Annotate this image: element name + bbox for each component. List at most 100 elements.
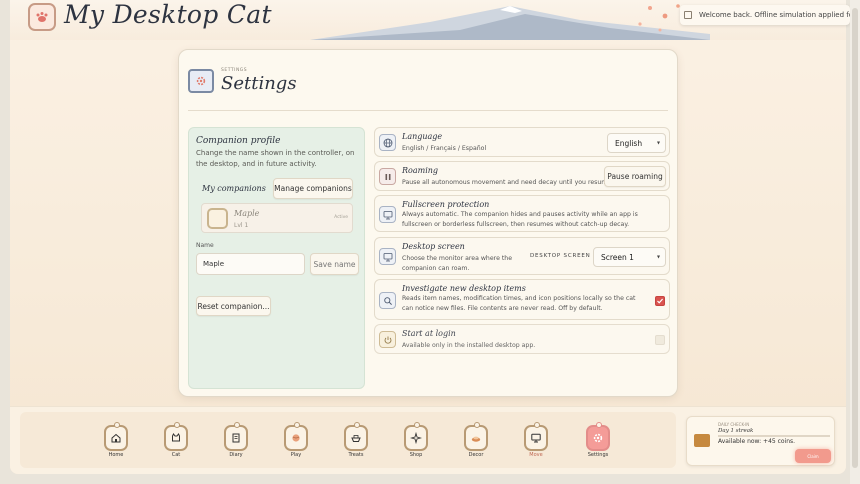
setting-row-fullscreen-protection: Fullscreen protection Always automatic. … xyxy=(374,195,670,232)
claim-button[interactable]: Claim xyxy=(795,449,831,463)
pause-roaming-button[interactable]: Pause roaming xyxy=(604,166,666,187)
language-select-value: English xyxy=(615,138,643,148)
setting-row-language: Language English / Français / Español En… xyxy=(374,127,670,157)
setting-title: Start at login xyxy=(402,329,456,338)
nav-label: Treats xyxy=(348,452,364,458)
manage-companions-button[interactable]: Manage companions xyxy=(273,178,353,199)
app-logo xyxy=(28,3,56,31)
notification-icon xyxy=(684,11,692,19)
setting-description: Pause all autonomous movement and need d… xyxy=(402,179,614,186)
pause-icon xyxy=(379,168,396,185)
page-title: Settings xyxy=(221,73,297,94)
companion-list-item[interactable]: Maple Lvl 1 Active xyxy=(201,203,353,233)
companion-name: Maple xyxy=(234,209,260,218)
nav-item-treats[interactable]: Treats xyxy=(336,422,376,458)
nav-item-diary[interactable]: Diary xyxy=(216,422,256,458)
house-icon xyxy=(104,422,128,451)
search-icon xyxy=(379,292,396,309)
streak-progress-bar xyxy=(718,435,830,437)
scrollbar-thumb[interactable] xyxy=(852,8,858,468)
nav-label: Move xyxy=(529,452,543,458)
app-title: My Desktop Cat xyxy=(64,0,272,29)
setting-row-roaming: Roaming Pause all autonomous movement an… xyxy=(374,161,670,191)
setting-title: Investigate new desktop items xyxy=(402,284,526,293)
companion-status-badge: Active xyxy=(334,215,348,220)
mountain-illustration xyxy=(310,4,710,40)
setting-description: Choose the monitor area where the compan… xyxy=(402,255,512,272)
companion-level: Lvl 1 xyxy=(234,222,249,229)
setting-title: Fullscreen protection xyxy=(402,200,490,209)
companion-profile-title: Companion profile xyxy=(196,136,281,146)
save-name-button[interactable]: Save name xyxy=(310,253,359,275)
monitor-icon xyxy=(379,248,396,265)
setting-description: Reads item names, modification times, an… xyxy=(402,295,636,312)
settings-panel: SETTINGS Settings Companion profile Chan… xyxy=(178,49,678,397)
toast-message: Welcome back. Offline simulation applied… xyxy=(699,11,850,19)
page-scrollbar[interactable] xyxy=(850,0,860,484)
divider xyxy=(188,110,668,111)
companion-profile-card: Companion profile Change the name shown … xyxy=(188,127,365,389)
nav-item-play[interactable]: Play xyxy=(276,422,316,458)
nav-label: Shop xyxy=(409,452,423,458)
nav-label: Diary xyxy=(229,452,243,458)
desktop-screen-select[interactable]: Screen 1 ▾ xyxy=(593,247,666,267)
setting-row-desktop-screen: Desktop screen Choose the monitor area w… xyxy=(374,237,670,275)
desktop-screen-select-value: Screen 1 xyxy=(601,252,634,262)
yarn-icon xyxy=(284,422,308,451)
companion-profile-description: Change the name shown in the controller,… xyxy=(196,149,355,168)
globe-icon xyxy=(379,134,396,151)
bonus-available-text: Available now: +45 coins. xyxy=(718,438,796,445)
language-select[interactable]: English ▾ xyxy=(607,133,666,153)
investigate-checkbox[interactable] xyxy=(655,296,665,306)
treasure-chest-icon xyxy=(694,434,710,447)
cat-face-icon xyxy=(164,422,188,451)
bottom-dock: Home Cat Diary Play Treats Shop Decor Mo… xyxy=(10,406,846,474)
nav-item-move[interactable]: Move xyxy=(516,422,556,458)
nav-label: Cat xyxy=(171,452,181,458)
cat-paw-icon xyxy=(36,12,48,22)
start-at-login-checkbox xyxy=(655,335,665,345)
chevron-down-icon: ▾ xyxy=(656,139,660,147)
sparkle-icon xyxy=(404,422,428,451)
monitor-icon xyxy=(524,422,548,451)
bed-icon xyxy=(464,422,488,451)
food-bowl-icon xyxy=(344,422,368,451)
nav-item-shop[interactable]: Shop xyxy=(396,422,436,458)
chevron-down-icon: ▾ xyxy=(656,253,660,261)
name-input[interactable]: Maple xyxy=(196,253,305,275)
checkmark-icon xyxy=(657,298,664,304)
nav-item-settings[interactable]: Settings xyxy=(578,422,618,458)
desktop-screen-control-label: DESKTOP SCREEN xyxy=(530,253,591,259)
setting-title: Roaming xyxy=(402,166,439,175)
nav-label: Settings xyxy=(587,452,609,458)
setting-description: English / Français / Español xyxy=(402,145,487,152)
nav-label: Home xyxy=(108,452,124,458)
book-icon xyxy=(224,422,248,451)
nav-label: Decor xyxy=(468,452,484,458)
daily-bonus-card: DAILY CHECK-IN Day 1 streak Available no… xyxy=(686,416,835,466)
setting-row-start-at-login: Start at login Available only in the ins… xyxy=(374,324,670,354)
monitor-icon xyxy=(379,206,396,223)
gear-icon xyxy=(196,76,206,86)
bonus-kicker: DAILY CHECK-IN xyxy=(718,422,750,427)
setting-description: Available only in the installed desktop … xyxy=(402,342,536,349)
setting-row-investigate-desktop-items: Investigate new desktop items Reads item… xyxy=(374,279,670,320)
setting-description: Always automatic. The companion hides an… xyxy=(402,211,638,228)
nav-label: Play xyxy=(290,452,302,458)
settings-header-icon xyxy=(188,69,214,93)
setting-title: Desktop screen xyxy=(402,242,465,251)
companion-avatar xyxy=(207,208,228,229)
name-field-label: Name xyxy=(196,242,214,249)
reset-companion-button[interactable]: Reset companion... xyxy=(196,296,271,316)
nav-item-decor[interactable]: Decor xyxy=(456,422,496,458)
setting-title: Language xyxy=(402,132,443,141)
gear-icon xyxy=(586,422,610,451)
power-icon xyxy=(379,331,396,348)
nav-item-cat[interactable]: Cat xyxy=(156,422,196,458)
app-window: My Desktop Cat SETTINGS Settings Compani… xyxy=(10,0,846,474)
welcome-toast: Welcome back. Offline simulation applied… xyxy=(680,5,850,25)
nav-item-home[interactable]: Home xyxy=(96,422,136,458)
dock-nav-bar: Home Cat Diary Play Treats Shop Decor Mo… xyxy=(20,412,676,468)
bonus-title: Day 1 streak xyxy=(718,428,754,434)
my-companions-label: My companions xyxy=(202,184,266,193)
